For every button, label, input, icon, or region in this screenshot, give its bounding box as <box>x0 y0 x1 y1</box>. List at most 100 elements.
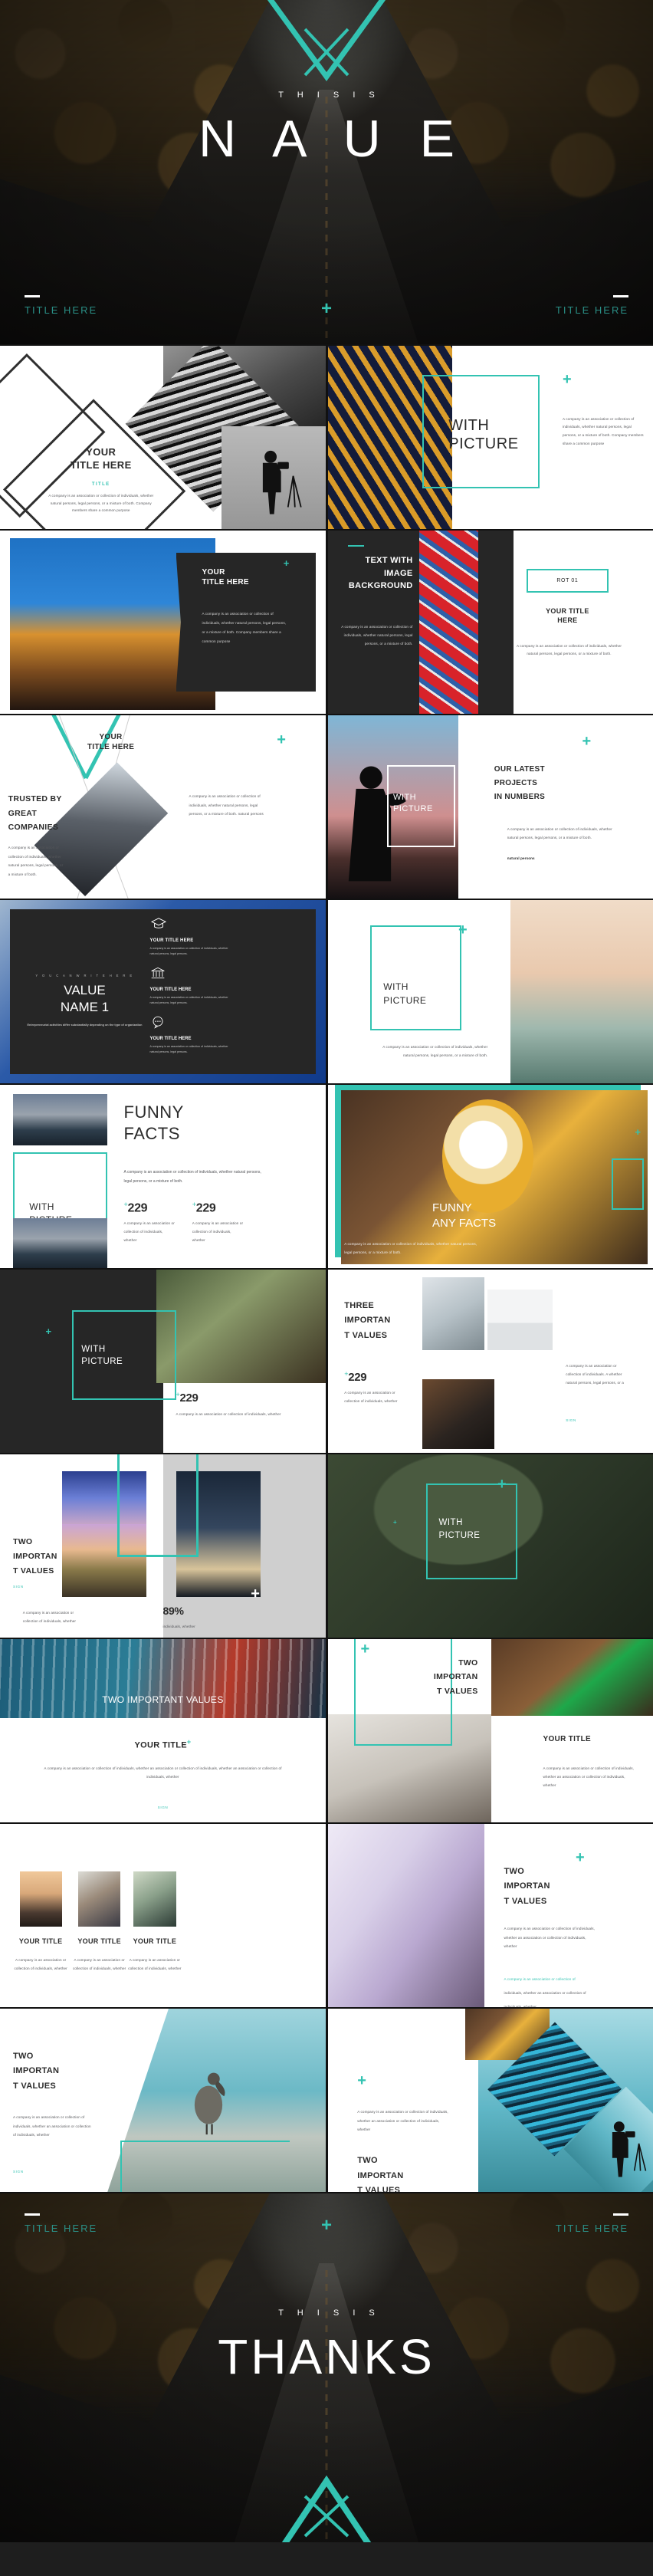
plus-icon: + <box>458 922 468 939</box>
item-title: YOUR TITLE HERE <box>149 1036 192 1041</box>
slide-our-latest-projects-in-numbers[interactable]: WITH PICTURE + OUR LATEST PROJECTS IN NU… <box>328 715 653 899</box>
accent-rule <box>347 545 364 547</box>
member-body: A company is an association or collectio… <box>128 1958 182 1971</box>
photo-architecture-curve <box>328 1824 484 2007</box>
thanks-footer: TITLE HERE TITLE HERE + <box>0 2213 653 2244</box>
slide-with-picture-bridge-city[interactable]: + WITH PICTURE A company is an associati… <box>328 900 653 1083</box>
slide-funny-any-facts[interactable]: FUNNY ANY FACTS A company is an associat… <box>328 1085 653 1268</box>
slide-subbody: A company is an association or collectio… <box>517 643 622 656</box>
slide-title: WITH PICTURE <box>448 417 519 452</box>
slide-dark-card-house[interactable]: + YOUR TITLE HERE A company is an associ… <box>0 531 326 714</box>
accent-bracket <box>120 2141 290 2192</box>
hero-dash-right <box>613 295 628 297</box>
slide-kicker: Y O U C A N W R I T E H E R E <box>35 973 134 978</box>
sign-link[interactable]: SIGN <box>13 1585 24 1589</box>
slide-body: A company is an association or collectio… <box>13 2115 91 2137</box>
item-body: A company is an association or collectio… <box>149 995 228 1005</box>
photo-green-cup <box>491 1639 653 1717</box>
thanks-dash-left <box>25 2213 40 2216</box>
accent-bracket <box>117 1454 199 1557</box>
hero-text-block: T H I S I S N A U E <box>0 90 653 168</box>
slide-title: WITH PICTURE <box>438 1518 481 1540</box>
slide-title: YOUR TITLE HERE <box>87 732 135 751</box>
slide-title: YOUR TITLE HERE <box>202 567 249 586</box>
stat-body: A company is an association or collectio… <box>344 1391 398 1404</box>
slide-body: A company is an association or collectio… <box>48 493 154 513</box>
slide-title: YOUR TITLE HERE <box>70 446 132 471</box>
slide-overlay-title: WITH PICTURE <box>393 793 433 814</box>
slide-title: TWO IMPORTAN T VALUES <box>13 1537 57 1576</box>
bank-icon <box>150 967 165 978</box>
slide-body: A company is an association or collectio… <box>357 2110 448 2132</box>
slide-value-name-icons[interactable]: Y O U C A N W R I T E H E R E VALUE NAME… <box>0 900 326 1083</box>
slide-two-important-values-curve[interactable]: + TWO IMPORTAN T VALUES A company is an … <box>328 1824 653 2007</box>
plus-icon: + <box>357 2072 366 2090</box>
slide-diamond-collage[interactable]: YOUR TITLE HERE TITLE A company is an as… <box>0 346 326 529</box>
photo-art-brushes <box>156 1270 326 1384</box>
plus-icon: + <box>582 733 592 751</box>
slide-funny-facts[interactable]: WITH PICTURE FUNNY FACTS A company is an… <box>0 1085 326 1268</box>
stat-value: +229 <box>192 1200 216 1214</box>
slide-two-important-values-percent[interactable]: TWO IMPORTAN T VALUES SIGN A company is … <box>0 1454 326 1638</box>
slide-title: YOUR TITLE+ <box>134 1738 192 1750</box>
photographer-silhouette-icon <box>263 451 302 514</box>
slide-with-picture-aerial[interactable]: + + WITH PICTURE <box>328 1454 653 1638</box>
slide-title: FUNNY ANY FACTS <box>432 1201 497 1230</box>
plus-icon-small: + <box>393 1519 397 1526</box>
slide-grid: YOUR TITLE HERE TITLE A company is an as… <box>0 344 653 2193</box>
slide-two-important-values-race[interactable]: TWO IMPORTANT VALUES YOUR TITLE+ A compa… <box>0 1639 326 1822</box>
slide-with-picture-bridge[interactable]: WITH PICTURE + A company is an associati… <box>328 346 653 529</box>
banner-title: TWO IMPORTANT VALUES <box>102 1694 224 1705</box>
plus-icon: + <box>251 1585 260 1603</box>
thanks-footer-left-label: TITLE HERE <box>25 2223 98 2234</box>
plus-icon: + <box>186 1738 192 1746</box>
photo-lake-top <box>13 1093 108 1145</box>
slide-text-with-image-background[interactable]: TEXT WITH IMAGE BACKGROUND A company is … <box>328 531 653 714</box>
accent-frame <box>611 1158 645 1210</box>
slide-subtitle: YOUR TITLE HERE <box>546 607 589 625</box>
thanks-footer-right-label: TITLE HERE <box>555 2223 628 2234</box>
thanks-slide: TITLE HERE TITLE HERE + T H I S I S THAN… <box>0 2193 653 2542</box>
slide-two-important-values-pelican[interactable]: TWO IMPORTAN T VALUES A company is an as… <box>0 2009 326 2192</box>
slide-subtitle: Entrepreneurial activities differ substa… <box>27 1023 143 1027</box>
item-title: YOUR TITLE HERE <box>149 938 194 943</box>
sign-link[interactable]: SIGN <box>13 2170 24 2174</box>
photo-red-building <box>419 531 478 714</box>
plus-icon: + <box>563 370 572 388</box>
member-title: YOUR TITLE <box>77 1937 121 1946</box>
item-body: A company is an association or collectio… <box>149 946 228 956</box>
slide-two-important-values-desk[interactable]: + TWO IMPORTAN T VALUES YOUR TITLE A com… <box>328 1639 653 1822</box>
slide-title: WITH PICTURE <box>81 1344 123 1367</box>
hero-footer-right-label: TITLE HERE <box>555 304 628 316</box>
photo-dark-desk <box>422 1379 494 1450</box>
slide-two-important-values-diamonds[interactable]: + A company is an association or collect… <box>328 2009 653 2192</box>
plus-icon: + <box>283 557 290 570</box>
slide-body: A company is an association or collectio… <box>566 1363 624 1385</box>
stat-body: A company is an association or collectio… <box>176 1411 281 1416</box>
member-title: YOUR TITLE <box>133 1937 177 1946</box>
slide-title: TEXT WITH IMAGE BACKGROUND <box>348 556 413 591</box>
pelican-silhouette-icon <box>194 2072 225 2134</box>
sign-link[interactable]: SIGN <box>566 1418 576 1422</box>
badge-frame: ROT 01 <box>527 569 609 593</box>
plus-icon: + <box>277 731 286 748</box>
slide-subtitle: YOUR TITLE <box>543 1735 591 1744</box>
slide-trusted-by-great-companies[interactable]: YOUR TITLE HERE + TRUSTED BY GREAT COMPA… <box>0 715 326 899</box>
plus-icon: + <box>45 1326 52 1338</box>
slide-with-picture-brushes[interactable]: + WITH PICTURE +229 A company is an asso… <box>0 1270 326 1453</box>
percent-value: 89% <box>162 1604 184 1617</box>
slide-body: A company is an association or collectio… <box>123 1169 261 1184</box>
slide-body: A company is an association or collectio… <box>202 611 287 643</box>
graduation-cap-icon <box>150 917 166 928</box>
slide-body: A company is an association or collectio… <box>382 1045 488 1058</box>
sign-link[interactable]: SIGN <box>0 1806 326 1809</box>
slide-three-important-values[interactable]: THREE IMPORTAN T VALUES +229 A company i… <box>328 1270 653 1453</box>
slide-team-three-people[interactable]: YOUR TITLE A company is an association o… <box>0 1824 326 2007</box>
hero-slide: T H I S I S N A U E TITLE HERE TITLE HER… <box>0 0 653 344</box>
slide-title: FUNNY FACTS <box>123 1102 184 1144</box>
coffee-cup-shape <box>441 1099 533 1214</box>
plus-icon: + <box>576 1848 585 1866</box>
slide-title: TWO IMPORTAN T VALUES <box>433 1658 478 1697</box>
member-body: A company is an association or collectio… <box>72 1958 126 1971</box>
plus-icon: + <box>320 2215 333 2236</box>
